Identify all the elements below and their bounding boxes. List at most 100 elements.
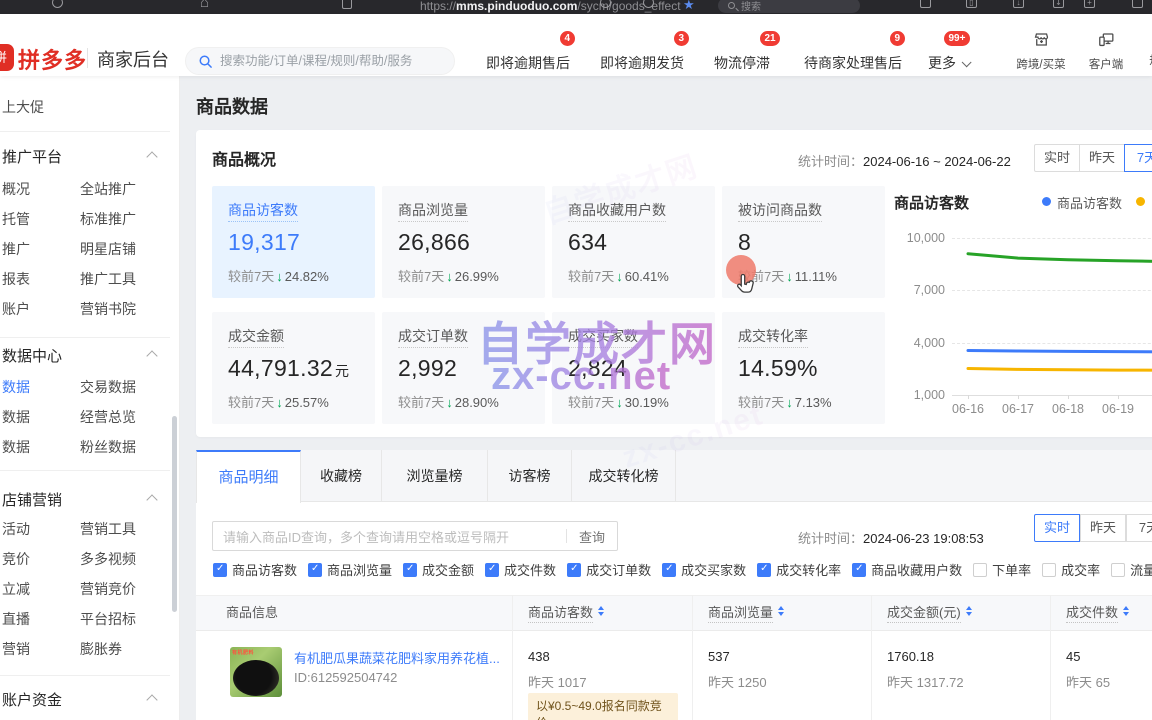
product-title-link[interactable]: 有机肥瓜果蔬菜花肥料家用养花植... bbox=[294, 648, 500, 667]
sidebar-item[interactable]: 营销工具 bbox=[80, 519, 136, 539]
sidebar-item-promo[interactable]: 上大促 bbox=[2, 97, 44, 117]
quicklink-rules[interactable]: 规 bbox=[1140, 30, 1152, 68]
range-button-yesterday[interactable]: 昨天 bbox=[1079, 144, 1125, 172]
bookmark-star-icon[interactable]: ★ bbox=[683, 0, 695, 13]
sort-icon[interactable] bbox=[966, 606, 972, 616]
filter-checkbox[interactable]: 流量损 bbox=[1111, 560, 1152, 579]
home-icon[interactable]: ⌂ bbox=[200, 0, 209, 11]
apps-icon[interactable]: + bbox=[1084, 0, 1095, 8]
sidebar-item[interactable]: 经营总览 bbox=[80, 407, 136, 427]
sidebar-item[interactable]: 直播 bbox=[2, 609, 30, 629]
sidebar-item[interactable]: 多多视频 bbox=[80, 549, 136, 569]
extension-icon[interactable] bbox=[600, 0, 611, 12]
tab-conversion-rank[interactable]: 成交转化榜 bbox=[572, 450, 676, 502]
sidebar-section-funds[interactable]: 账户资金 bbox=[2, 689, 62, 710]
sidebar-item[interactable]: 粉丝数据 bbox=[80, 437, 136, 457]
sort-icon[interactable] bbox=[1123, 606, 1129, 616]
settings-icon[interactable] bbox=[1132, 0, 1143, 8]
filter-checkbox[interactable]: 商品收藏用户数 bbox=[852, 560, 962, 579]
tab-product-detail[interactable]: 商品明细 bbox=[196, 450, 301, 503]
nav-logistics-stalled[interactable]: 物流停滞 bbox=[714, 53, 770, 73]
sidebar-section-datacenter[interactable]: 数据中心 bbox=[2, 345, 62, 366]
sidebar-scrollbar[interactable] bbox=[172, 416, 177, 612]
sort-icon[interactable] bbox=[598, 606, 604, 616]
line-chart[interactable] bbox=[950, 230, 1152, 400]
chevron-up-icon[interactable] bbox=[146, 151, 157, 162]
filter-checkbox[interactable]: 成交买家数 bbox=[662, 560, 746, 579]
filter-checkbox[interactable]: 成交件数 bbox=[485, 560, 556, 579]
sidebar-item[interactable]: 全站推广 bbox=[80, 179, 136, 199]
filter-checkbox[interactable]: 成交转化率 bbox=[757, 560, 841, 579]
split-screen-icon[interactable]: ▯ bbox=[966, 0, 977, 8]
sidebar-section-promotion[interactable]: 推广平台 bbox=[2, 146, 62, 167]
sidebar-item[interactable]: 营销 bbox=[2, 639, 30, 659]
sidebar-item[interactable]: 标准推广 bbox=[80, 209, 136, 229]
filter-checkbox[interactable]: 商品浏览量 bbox=[308, 560, 392, 579]
product-image[interactable]: 有机肥料 bbox=[230, 647, 282, 697]
sidebar-item[interactable]: 数据 bbox=[2, 437, 30, 457]
stat-tile-visitors[interactable]: 商品访客数 19,317 较前7天↓24.82% bbox=[212, 186, 375, 298]
brand-name[interactable]: 拼多多 bbox=[18, 43, 87, 75]
nav-more[interactable]: 更多 bbox=[928, 53, 968, 73]
stat-tile-favorites[interactable]: 商品收藏用户数 634 较前7天↓60.41% bbox=[552, 186, 715, 298]
sidebar-item[interactable]: 立减 bbox=[2, 579, 30, 599]
sort-icon[interactable] bbox=[778, 606, 784, 616]
sidebar-section-marketing[interactable]: 店铺营销 bbox=[2, 489, 62, 510]
range-button-realtime[interactable]: 实时 bbox=[1034, 514, 1080, 542]
downloads-icon[interactable]: ↧ bbox=[1053, 0, 1064, 8]
nav-overdue-aftersale[interactable]: 即将逾期售后 bbox=[486, 53, 570, 73]
range-button-7days[interactable]: 7天 bbox=[1126, 514, 1152, 542]
stat-tile-gmv[interactable]: 成交金额 44,791.32元 较前7天↓25.57% bbox=[212, 312, 375, 424]
column-header-visitors[interactable]: 商品访客数 bbox=[528, 595, 604, 631]
stat-tile-conversion[interactable]: 成交转化率 14.59% 较前7天↓7.13% bbox=[722, 312, 885, 424]
tab-visitor-rank[interactable]: 访客榜 bbox=[488, 450, 572, 502]
tab-favorites-rank[interactable]: 收藏榜 bbox=[301, 450, 382, 502]
chevron-up-icon[interactable] bbox=[146, 350, 157, 361]
sidebar-item[interactable]: 活动 bbox=[2, 519, 30, 539]
nav-pending-aftersale[interactable]: 待商家处理售后 bbox=[804, 53, 902, 73]
collections-icon[interactable] bbox=[920, 0, 931, 8]
tab-pageview-rank[interactable]: 浏览量榜 bbox=[382, 450, 488, 502]
sidebar-item[interactable]: 报表 bbox=[2, 269, 30, 289]
quicklink-crossborder[interactable]: 跨境/买菜 bbox=[1012, 30, 1070, 72]
sidebar-item[interactable]: 交易数据 bbox=[80, 377, 136, 397]
page-info-icon[interactable] bbox=[342, 0, 352, 13]
sidebar-item[interactable]: 推广工具 bbox=[80, 269, 136, 289]
stat-tile-pageviews[interactable]: 商品浏览量 26,866 较前7天↓26.99% bbox=[382, 186, 545, 298]
filter-checkbox[interactable]: 成交金额 bbox=[403, 560, 474, 579]
sidebar-item-active[interactable]: 数据 bbox=[2, 377, 30, 397]
stat-tile-orders[interactable]: 成交订单数 2,992 较前7天↓28.90% bbox=[382, 312, 545, 424]
address-bar[interactable]: https://mms.pinduoduo.com/sycm/goods_eff… bbox=[420, 0, 681, 13]
filter-checkbox[interactable]: 成交率 bbox=[1042, 560, 1100, 579]
range-button-realtime[interactable]: 实时 bbox=[1034, 144, 1080, 172]
profile-icon[interactable] bbox=[643, 0, 654, 12]
bidding-promo-chip[interactable]: 以¥0.5~49.0报名同款竞价 bbox=[528, 693, 678, 720]
sidebar-item[interactable]: 平台招标 bbox=[80, 609, 136, 629]
legend-label[interactable]: 商品访客数 bbox=[1057, 193, 1122, 212]
sidebar-item[interactable]: 推广 bbox=[2, 239, 30, 259]
stat-tile-buyers[interactable]: 成交买家数 2,824 较前7天↓30.19% bbox=[552, 312, 715, 424]
reload-icon[interactable] bbox=[52, 0, 63, 12]
column-header-units[interactable]: 成交件数 bbox=[1066, 595, 1129, 631]
pinduoduo-logo-icon[interactable]: 拼 bbox=[0, 44, 14, 71]
filter-checkbox[interactable]: 成交订单数 bbox=[567, 560, 651, 579]
sidebar-item[interactable]: 账户 bbox=[2, 299, 30, 319]
sidebar-item[interactable]: 营销竞价 bbox=[80, 579, 136, 599]
header-search[interactable] bbox=[185, 47, 455, 75]
query-button[interactable]: 查询 bbox=[567, 527, 617, 546]
quicklink-client[interactable]: 客户端 bbox=[1082, 30, 1130, 72]
range-button-yesterday[interactable]: 昨天 bbox=[1080, 514, 1126, 542]
sidebar-item[interactable]: 竞价 bbox=[2, 549, 30, 569]
filter-checkbox[interactable]: 下单率 bbox=[973, 560, 1031, 579]
chevron-up-icon[interactable] bbox=[146, 494, 157, 505]
chevron-up-icon[interactable] bbox=[146, 694, 157, 705]
column-header-views[interactable]: 商品浏览量 bbox=[708, 595, 784, 631]
sidebar-item[interactable]: 膨胀券 bbox=[80, 639, 122, 659]
sidebar-item[interactable]: 概况 bbox=[2, 179, 30, 199]
favorites-icon[interactable]: ↓ bbox=[1013, 0, 1024, 8]
range-button-7days[interactable]: 7天 bbox=[1124, 144, 1152, 172]
filter-checkbox[interactable]: 商品访客数 bbox=[213, 560, 297, 579]
nav-overdue-shipping[interactable]: 即将逾期发货 bbox=[600, 53, 684, 73]
header-search-input[interactable] bbox=[220, 54, 440, 68]
sidebar-item[interactable]: 数据 bbox=[2, 407, 30, 427]
